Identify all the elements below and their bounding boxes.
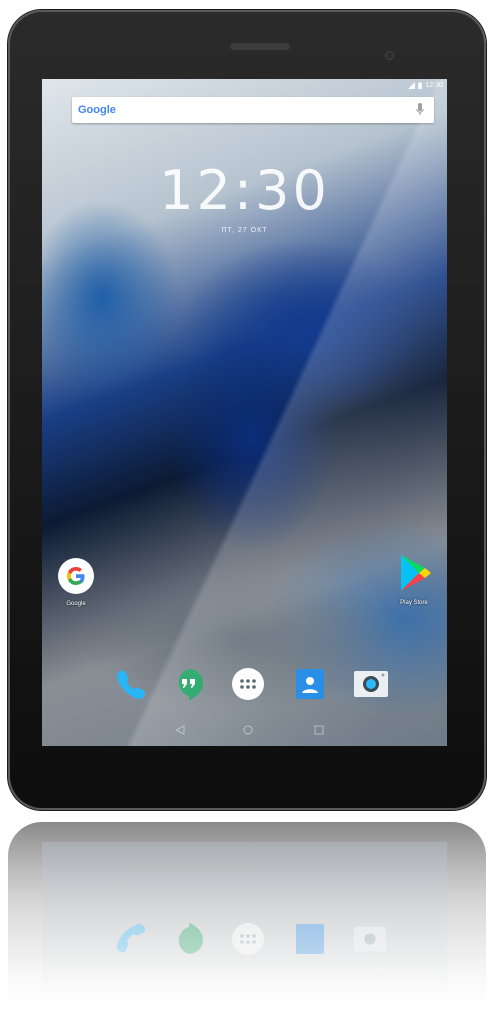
camera-icon: [354, 671, 388, 697]
back-icon[interactable]: [175, 725, 185, 735]
signal-icon: [408, 82, 416, 89]
dock-camera[interactable]: [353, 667, 388, 701]
app-label-google: Google: [66, 601, 86, 607]
reflection-fade: [8, 822, 486, 1017]
mic-icon[interactable]: [416, 103, 424, 116]
status-time: 12:30: [425, 82, 443, 89]
dock: [42, 667, 447, 707]
status-bar: 12:30: [42, 79, 447, 93]
navigation-bar: [42, 719, 447, 743]
device-reflection: [8, 822, 486, 1017]
battery-icon: [418, 82, 423, 89]
lockscreen-clock: 12:30: [159, 159, 330, 222]
dock-hangouts[interactable]: [172, 667, 206, 701]
home-screen: 12:30 Google 12:30 ПТ, 27 ОКТ Google Pla…: [42, 79, 447, 746]
dock-app-drawer[interactable]: [231, 667, 265, 701]
app-google[interactable]: Google: [46, 558, 106, 607]
recents-icon[interactable]: [314, 725, 324, 735]
app-drawer-icon: [232, 668, 264, 700]
google-logo: Google: [78, 104, 116, 116]
app-label-play-store: Play Store: [400, 600, 428, 606]
app-play-store[interactable]: Play Store: [384, 553, 444, 606]
phone-icon: [116, 670, 146, 700]
lockscreen-date: ПТ, 27 ОКТ: [221, 227, 268, 234]
front-camera: [385, 51, 394, 60]
home-icon[interactable]: [243, 725, 253, 735]
speaker-grille: [230, 43, 290, 50]
play-store-icon: [401, 555, 431, 591]
google-search-bar[interactable]: Google: [72, 97, 434, 123]
contacts-icon: [296, 669, 324, 699]
google-icon: [58, 558, 94, 594]
dock-contacts[interactable]: [293, 667, 327, 701]
dock-phone[interactable]: [114, 667, 148, 701]
hangouts-icon: [178, 669, 203, 700]
